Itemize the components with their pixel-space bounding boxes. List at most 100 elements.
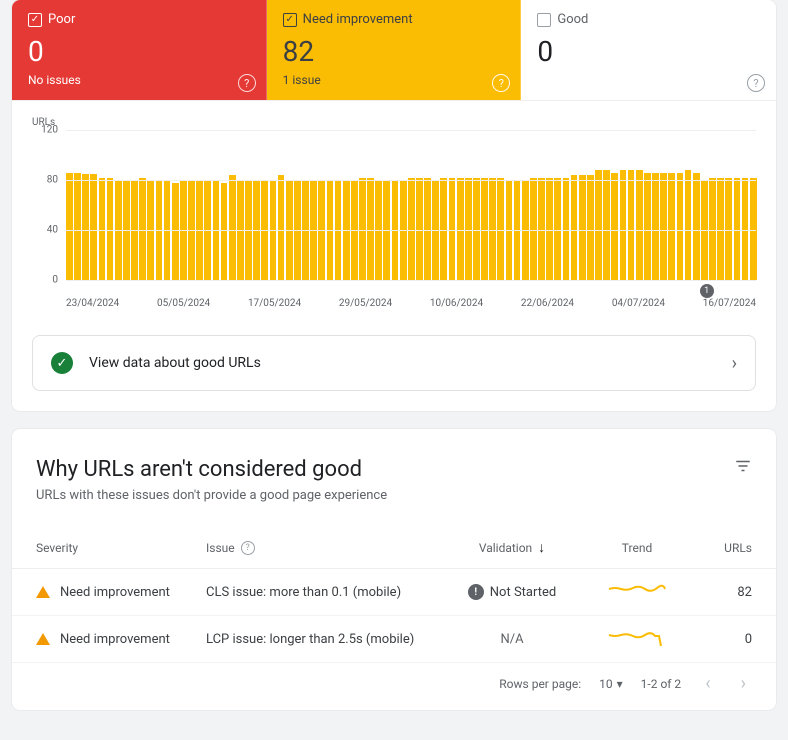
chart-bar: [636, 170, 643, 280]
issue-text: LCP issue: longer than 2.5s (mobile): [206, 632, 442, 647]
chart-bar: [408, 178, 415, 281]
chart-bar: [546, 178, 553, 281]
xtick: 22/06/2024: [521, 298, 574, 309]
help-icon[interactable]: ?: [241, 541, 255, 555]
prev-page-button[interactable]: ‹: [699, 673, 716, 694]
chart-bar: [457, 178, 464, 281]
status-tile-good[interactable]: Good 0 ?: [521, 0, 776, 100]
urls-count: 82: [692, 585, 752, 600]
chart-bar: [172, 183, 179, 281]
chart-bar: [359, 178, 366, 281]
urls-count: 0: [692, 632, 752, 647]
url-chart: URLs 04080120 1 23/04/202405/05/202417/0…: [12, 101, 776, 317]
help-icon[interactable]: ?: [747, 74, 765, 92]
col-validation[interactable]: Validation ↓: [442, 539, 582, 556]
help-icon[interactable]: ?: [492, 74, 510, 92]
chart-marker[interactable]: 1: [700, 284, 714, 298]
chart-bar: [620, 170, 627, 280]
chart-bar: [139, 178, 146, 281]
chart-bar: [107, 178, 114, 281]
issue-text: CLS issue: more than 0.1 (mobile): [206, 585, 442, 600]
chart-bar: [489, 178, 496, 281]
chart-bar: [652, 173, 659, 281]
warning-icon: [36, 586, 50, 598]
chart-bar: [668, 173, 675, 281]
pagination: Rows per page: 10 ▾ 1-2 of 2 ‹ ›: [12, 663, 776, 710]
rows-per-page-label: Rows per page:: [499, 677, 581, 691]
issue-row[interactable]: Need improvementCLS issue: more than 0.1…: [12, 569, 776, 616]
issues-table-header: Severity Issue ? Validation ↓ Trend URLs: [12, 527, 776, 569]
chart-bar: [440, 178, 447, 281]
chart-bar: [497, 178, 504, 281]
validation-cell: !Not Started: [442, 584, 582, 600]
warning-icon: [36, 633, 50, 645]
chart-bar: [74, 173, 81, 281]
status-tile-need-improvement[interactable]: ✓ Need improvement 82 1 issue ?: [267, 0, 522, 100]
chart-bar: [685, 170, 692, 280]
chart-bar: [481, 178, 488, 281]
issues-card: Why URLs aren't considered good URLs wit…: [12, 429, 776, 710]
chart-bar: [571, 175, 578, 280]
chart-bar: [693, 173, 700, 281]
help-icon[interactable]: ?: [238, 74, 256, 92]
col-issue[interactable]: Issue ?: [206, 541, 442, 555]
status-tile-poor[interactable]: ✓ Poor 0 No issues ?: [12, 0, 267, 100]
status-count: 0: [28, 35, 250, 68]
chart-bar: [90, 174, 97, 280]
status-strip: ✓ Poor 0 No issues ? ✓ Need improvement …: [12, 0, 776, 101]
status-sub: No issues: [28, 73, 250, 87]
rows-per-page-select[interactable]: 10 ▾: [599, 677, 623, 691]
chart-bar: [563, 178, 570, 281]
chevron-down-icon: ▾: [617, 677, 623, 691]
chart-bar: [229, 175, 236, 280]
xtick: 04/07/2024: [612, 298, 665, 309]
status-count: 0: [537, 35, 759, 68]
chart-bar: [82, 174, 89, 280]
chart-bar: [99, 178, 106, 281]
xtick: 05/05/2024: [157, 298, 210, 309]
chart-bar: [473, 178, 480, 281]
status-sub: 1 issue: [283, 73, 505, 87]
chart-bar: [538, 178, 545, 281]
issue-row[interactable]: Need improvement LCP issue: longer than 2…: [12, 616, 776, 663]
chart-bar: [660, 173, 667, 281]
chart-bar: [677, 173, 684, 281]
status-label: Good: [557, 12, 588, 27]
chart-bar: [554, 178, 561, 281]
filter-icon[interactable]: [734, 457, 752, 480]
chart-bar: [367, 178, 374, 281]
chart-bar: [750, 178, 757, 281]
chevron-right-icon: ›: [732, 353, 737, 374]
chart-bar: [734, 178, 741, 281]
chart-bar: [278, 175, 285, 280]
ytick: 40: [47, 225, 58, 236]
issues-subtitle: URLs with these issues don't provide a g…: [36, 488, 387, 503]
status-label: Need improvement: [303, 12, 413, 27]
chart-bar: [587, 175, 594, 280]
chart-bar: [611, 173, 618, 281]
chart-bar: [449, 178, 456, 281]
xtick: 10/06/2024: [430, 298, 483, 309]
col-trend[interactable]: Trend: [582, 541, 692, 555]
checkbox-icon: ✓: [28, 13, 42, 27]
chart-ylabel: URLs: [32, 117, 756, 128]
chart-bar: [603, 170, 610, 280]
col-severity[interactable]: Severity: [36, 541, 206, 555]
chart-bar: [465, 178, 472, 281]
xtick: 23/04/2024: [66, 298, 119, 309]
chart-bar: [709, 178, 716, 281]
page-range: 1-2 of 2: [641, 677, 682, 691]
issues-title: Why URLs aren't considered good: [36, 457, 387, 482]
chart-bar: [717, 178, 724, 281]
chart-bar: [530, 178, 537, 281]
chart-bar: [66, 173, 73, 281]
status-label: Poor: [48, 12, 75, 27]
view-good-urls-row[interactable]: ✓ View data about good URLs ›: [32, 335, 756, 391]
severity-text: Need improvement: [60, 632, 170, 647]
next-page-button[interactable]: ›: [735, 673, 752, 694]
chart-bar: [424, 178, 431, 281]
checkbox-icon: [537, 13, 551, 27]
col-urls[interactable]: URLs: [692, 541, 752, 555]
not-started-icon: !: [468, 584, 484, 600]
validation-cell: N/A: [442, 632, 582, 647]
